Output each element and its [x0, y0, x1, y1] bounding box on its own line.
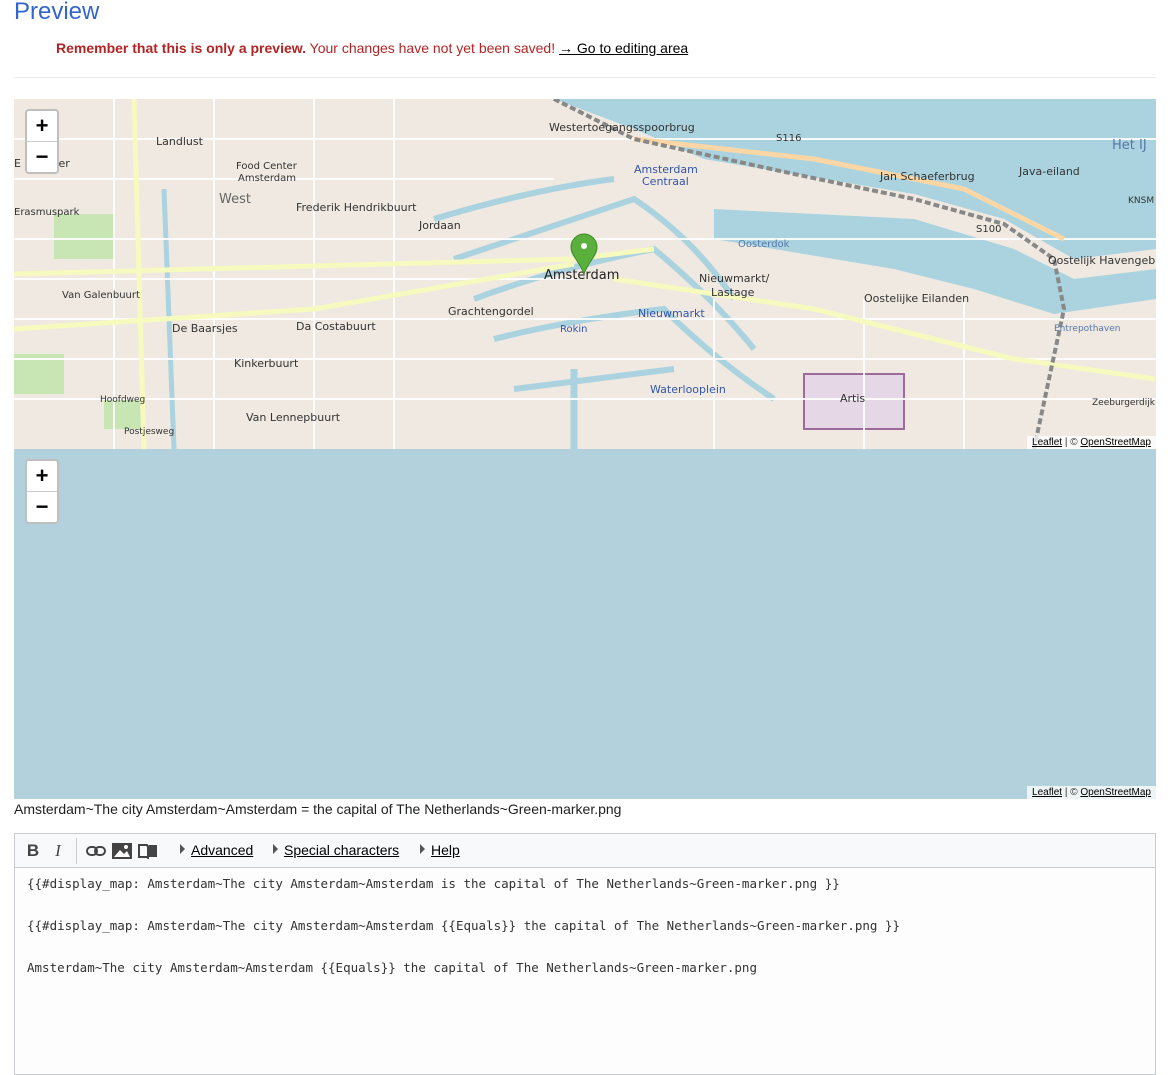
map-caption: Amsterdam~The city Amsterdam~Amsterdam =… — [14, 801, 622, 817]
map-label: Oosterdok — [738, 239, 790, 250]
bold-button[interactable]: B — [23, 841, 43, 861]
leaflet-link[interactable]: Leaflet — [1032, 437, 1062, 448]
map-label: Frederik Hendrikbuurt — [296, 201, 417, 214]
map-label: Jordaan — [418, 219, 461, 232]
map-label: Entrepothaven — [1054, 324, 1121, 334]
link-button[interactable] — [86, 841, 106, 861]
map-label: Erasmuspark — [14, 207, 80, 218]
page-title: Preview — [14, 0, 100, 25]
map-label: Kinkerbuurt — [234, 357, 299, 370]
map-label: Postjesweg — [124, 427, 174, 437]
map-label: Java-eiland — [1018, 165, 1080, 178]
map-label: Food Center — [236, 161, 298, 172]
map-label: Jan Schaeferbrug — [879, 170, 975, 183]
map-label: Van Galenbuurt — [62, 290, 140, 301]
map-label: Oostelijke Eilanden — [864, 292, 969, 305]
map-label: Nieuwmarkt/ — [699, 272, 770, 285]
map-tiles: Westertoegangsspoorbrug S116 Het IJ Land… — [14, 99, 1156, 449]
map-label: Amsterdam — [544, 268, 619, 283]
help-caret-icon — [420, 844, 425, 854]
attribution-separator: | © — [1062, 437, 1081, 448]
zoom-control: + − — [25, 109, 59, 174]
map-amsterdam[interactable]: Westertoegangsspoorbrug S116 Het IJ Land… — [14, 99, 1156, 449]
map-label: Lastage — [711, 286, 755, 299]
map-label: Waterlooplein — [650, 383, 726, 396]
advanced-menu[interactable]: Advanced — [191, 842, 253, 858]
map-label: Hoofdweg — [100, 395, 145, 405]
bold-icon: B — [26, 841, 40, 860]
map-water[interactable]: + − Leaflet | © OpenStreetMap — [14, 449, 1156, 799]
wikitext-line: {{#display_map: Amsterdam~The city Amste… — [27, 876, 840, 891]
editor-toolbar: B I Advanced Special characters Help — [15, 834, 1155, 868]
zoom-in-button[interactable]: + — [27, 111, 57, 141]
zoom-out-button[interactable]: − — [27, 141, 57, 172]
map-label: Het IJ — [1112, 138, 1147, 153]
book-icon — [138, 844, 157, 859]
image-icon — [112, 843, 132, 859]
preview-warning-strong: Remember that this is only a preview. — [56, 40, 307, 56]
map-label: S100 — [976, 224, 1001, 235]
toolbar-separator — [76, 838, 77, 864]
map-label: Grachtengordel — [448, 305, 534, 318]
zoom-out-button[interactable]: − — [27, 491, 57, 522]
map-label: Amsterdam — [238, 173, 296, 184]
openstreetmap-link[interactable]: OpenStreetMap — [1080, 437, 1151, 448]
map-attribution: Leaflet | © OpenStreetMap — [1027, 436, 1156, 449]
map-label: Westertoegangsspoorbrug — [549, 121, 695, 134]
map-label: Van Lennepbuurt — [246, 411, 341, 424]
italic-icon: I — [55, 841, 61, 860]
link-icon — [86, 846, 106, 856]
map-label: KNSM — [1128, 196, 1154, 206]
italic-button[interactable]: I — [48, 841, 68, 861]
map-label: Oostelijk Havengebied — [1048, 254, 1156, 267]
map-label: Rokin — [560, 324, 588, 335]
map-label: Zeeburgerdijk — [1092, 398, 1156, 408]
go-to-editing-link[interactable]: → Go to editing area — [559, 40, 688, 56]
map-attribution: Leaflet | © OpenStreetMap — [1027, 786, 1156, 799]
attribution-separator: | © — [1062, 787, 1081, 798]
zoom-in-button[interactable]: + — [27, 461, 57, 491]
image-button[interactable] — [112, 841, 132, 861]
divider — [14, 77, 1156, 78]
wikitext-line: Amsterdam~The city Amsterdam~Amsterdam {… — [27, 960, 757, 975]
map-label: West — [219, 192, 251, 207]
map-label: Centraal — [642, 175, 689, 188]
map-label: Nieuwmarkt — [638, 307, 705, 320]
leaflet-link[interactable]: Leaflet — [1032, 787, 1062, 798]
map-label: Da Costabuurt — [296, 320, 376, 333]
special-characters-menu[interactable]: Special characters — [284, 842, 399, 858]
map-label: De Baarsjes — [172, 322, 238, 335]
help-menu[interactable]: Help — [431, 842, 460, 858]
wiki-editor: B I Advanced Special characters Help {{#… — [14, 833, 1156, 1075]
reference-button[interactable] — [138, 841, 158, 861]
openstreetmap-link[interactable]: OpenStreetMap — [1080, 787, 1151, 798]
map-label: Artis — [840, 392, 865, 405]
advanced-caret-icon — [180, 844, 185, 854]
preview-notice: Remember that this is only a preview. Yo… — [56, 40, 688, 56]
wikitext-textarea[interactable]: {{#display_map: Amsterdam~The city Amste… — [15, 868, 1155, 1073]
wikitext-line: {{#display_map: Amsterdam~The city Amste… — [27, 918, 900, 933]
zoom-control: + − — [25, 459, 59, 524]
map-label: Landlust — [156, 135, 204, 148]
map-label: S116 — [776, 133, 801, 144]
special-characters-caret-icon — [273, 844, 278, 854]
preview-warning-text: Your changes have not yet been saved! — [306, 40, 556, 56]
